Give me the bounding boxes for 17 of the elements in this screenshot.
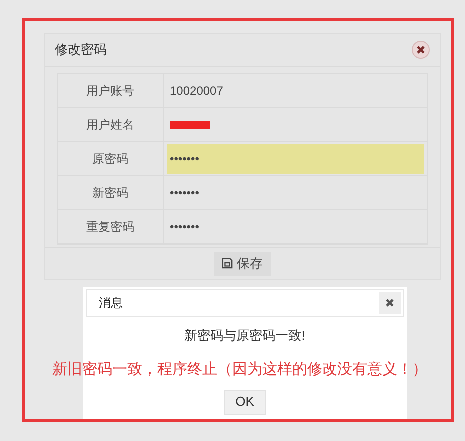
close-icon[interactable] (412, 41, 430, 59)
field-label: 原密码 (92, 150, 128, 168)
panel-title: 修改密码 (55, 41, 107, 60)
input-field[interactable]: 10020007 (167, 76, 424, 106)
annotation-text: 新旧密码一致，程序终止（因为这样的修改没有意义！） (52, 360, 428, 380)
dialog-message: 新密码与原密码一致! (184, 327, 306, 345)
field-label: 重复密码 (86, 218, 134, 236)
input-field[interactable]: ••••••• (167, 212, 424, 242)
dialog-title: 消息 (99, 295, 123, 312)
input-field[interactable]: ••••••• (167, 178, 424, 208)
save-button[interactable]: 保存 (214, 252, 271, 276)
ok-button[interactable]: OK (224, 390, 266, 414)
field-label: 新密码 (92, 184, 128, 202)
input-field[interactable]: ••••••• (167, 144, 424, 174)
field-label: 用户姓名 (86, 116, 134, 134)
close-icon[interactable] (379, 292, 401, 314)
field-label: 用户账号 (86, 82, 134, 100)
